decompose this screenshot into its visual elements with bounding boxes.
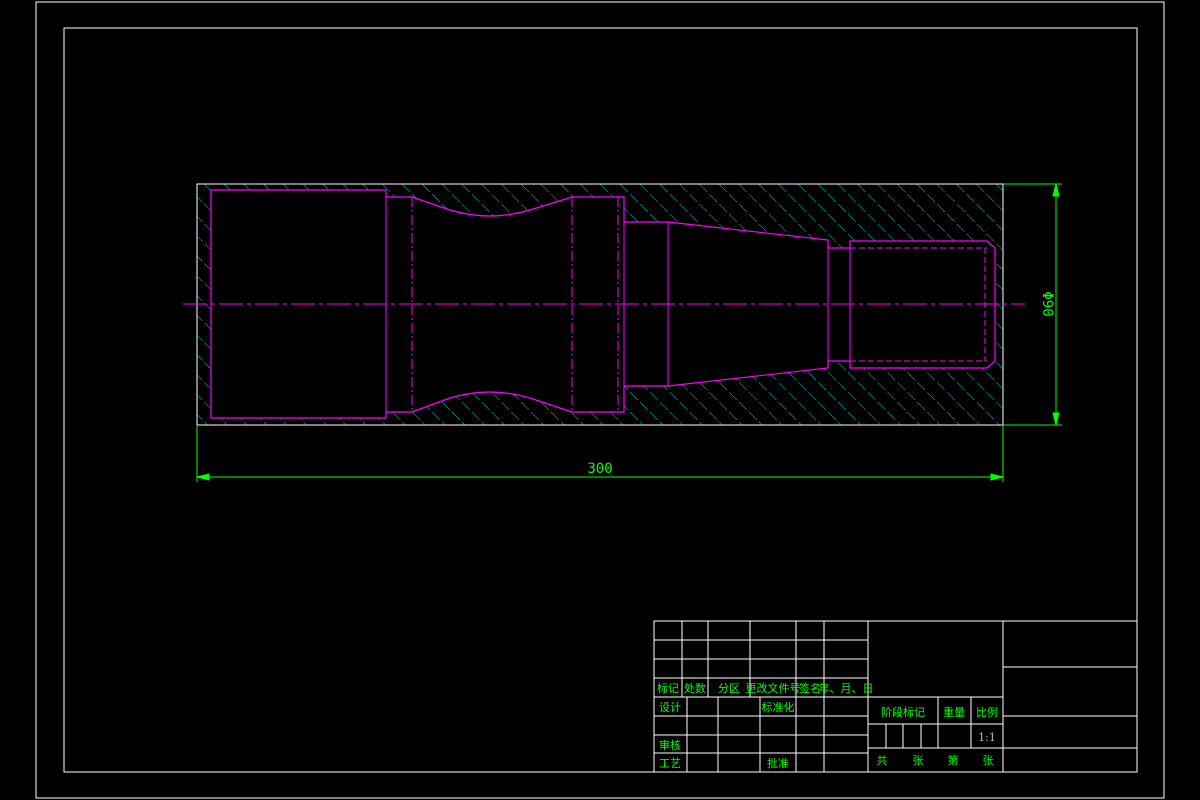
tb-mark: 标记 — [657, 681, 679, 695]
tb-approve: 批准 — [767, 756, 789, 770]
tb-weight: 重量 — [943, 705, 965, 719]
title-block — [653, 620, 1138, 773]
tb-total: 共 — [877, 754, 888, 767]
tb-sheet1: 张 — [913, 754, 924, 767]
tb-stage-mark: 阶段标记 — [881, 705, 925, 719]
diameter-dimension-text: Φ90 — [1039, 291, 1055, 316]
tb-page: 第 — [948, 753, 959, 767]
tb-change-doc: 更改文件号 — [746, 681, 801, 695]
tb-zone: 分区 — [718, 682, 740, 695]
cad-drawing: 300 Φ90 标记 处数 分区 更改文件号 签名 年、月、日 设计 标准化 审… — [35, 1, 1165, 799]
tb-process: 工艺 — [659, 757, 681, 770]
tb-design: 设计 — [659, 701, 681, 714]
tb-date: 年、月、日 — [819, 681, 874, 695]
tb-scale-label: 比例 — [976, 705, 998, 719]
tb-standardize: 标准化 — [762, 700, 795, 714]
length-dimension-text: 300 — [587, 461, 612, 477]
tb-review: 审核 — [659, 738, 681, 752]
tb-scale-value: 1:1 — [978, 731, 996, 744]
tb-sheet2: 张 — [983, 754, 994, 767]
tb-count: 处数 — [684, 682, 706, 695]
